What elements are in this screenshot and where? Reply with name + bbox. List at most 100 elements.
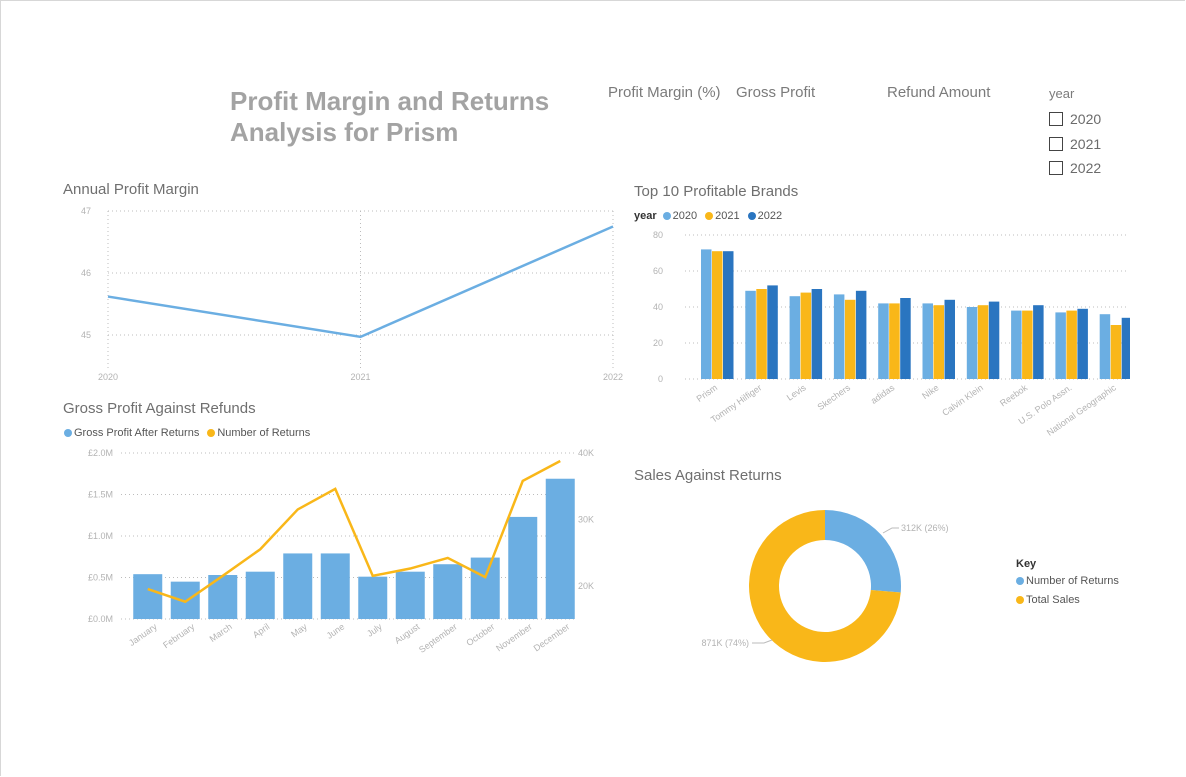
x-tick-label: July — [365, 621, 384, 639]
bar — [855, 290, 867, 379]
y-right-tick-label: 20K — [578, 581, 594, 591]
bar — [470, 557, 500, 619]
sales-returns-key: Key Number of Returns Total Sales — [1016, 558, 1119, 613]
x-tick-label: December — [532, 621, 572, 653]
x-tick-label: 2021 — [350, 372, 370, 382]
key-title: Key — [1016, 558, 1037, 570]
y-left-tick-label: £1.0M — [88, 531, 113, 541]
bar — [944, 299, 955, 379]
legend-item-2022[interactable]: 2022 — [747, 210, 782, 222]
bar — [745, 290, 756, 379]
bar — [833, 294, 845, 379]
key-item-returns[interactable]: Number of Returns — [1016, 575, 1119, 587]
bar — [889, 303, 900, 379]
leader-line — [752, 639, 773, 644]
y-tick-label: 20 — [653, 338, 663, 348]
legend-item-2021[interactable]: 2021 — [705, 210, 740, 222]
x-tick-label: October — [464, 621, 496, 648]
x-tick-label: January — [127, 621, 159, 648]
x-tick-label: 2022 — [603, 372, 623, 382]
legend-dot-icon — [64, 429, 72, 437]
x-tick-label: June — [325, 621, 347, 640]
y-tick-label: 0 — [658, 374, 663, 384]
x-tick-label: 2020 — [98, 372, 118, 382]
legend-dot-icon — [1016, 596, 1024, 604]
bar — [844, 299, 856, 379]
y-tick-label: 80 — [653, 230, 663, 240]
x-tick-label: September — [417, 621, 459, 654]
legend-dot-icon — [662, 212, 671, 220]
bar — [358, 576, 388, 619]
checkbox-icon[interactable] — [1049, 112, 1063, 127]
bar — [508, 516, 538, 619]
x-tick-label: Calvin Klein — [940, 382, 985, 417]
bar — [811, 289, 823, 379]
x-tick-label: Levis — [785, 382, 808, 403]
bar — [756, 289, 767, 379]
y-tick-label: 45 — [81, 330, 91, 340]
bar — [988, 301, 1000, 379]
x-tick-label: August — [393, 621, 422, 646]
y-tick-label: 47 — [81, 206, 91, 216]
y-right-tick-label: 30K — [578, 514, 594, 524]
y-right-tick-label: 40K — [578, 448, 594, 458]
x-tick-label: November — [494, 621, 534, 653]
slicer-header: year — [1049, 86, 1075, 101]
x-tick-label: Prism — [695, 382, 720, 403]
slicer-option-2021[interactable]: 2021 — [1049, 132, 1101, 157]
data-label: 871K (74%) — [701, 638, 749, 648]
bar — [977, 305, 989, 379]
sales-returns-chart: 312K (26%) 871K (74%) — [701, 510, 949, 662]
y-tick-label: 40 — [653, 302, 663, 312]
bar — [433, 564, 463, 619]
bar — [283, 553, 313, 619]
bar — [878, 303, 889, 379]
bar — [545, 478, 575, 619]
legend-dot-icon — [705, 212, 714, 220]
legend-dot-icon — [747, 212, 756, 220]
y-left-tick-label: £2.0M — [88, 448, 113, 458]
legend-item-2020[interactable]: 2020 — [662, 210, 697, 222]
x-tick-label: April — [251, 621, 271, 640]
y-tick-label: 60 — [653, 266, 663, 276]
bar — [723, 251, 734, 379]
kpi-refund-amount: Refund Amount — [887, 84, 991, 101]
bar — [1066, 310, 1077, 379]
bar — [1077, 308, 1088, 379]
x-tick-label: adidas — [869, 382, 897, 406]
year-slicer: year 2020 2021 2022 — [1049, 86, 1101, 181]
bar — [1110, 325, 1122, 379]
legend-item-gross-profit[interactable]: Gross Profit After Returns — [64, 427, 199, 439]
checkbox-icon[interactable] — [1049, 161, 1063, 176]
top-brands-chart: 806040200PrismTommy Hilfiger Levis Skecher… — [653, 230, 1130, 438]
key-item-sales[interactable]: Total Sales — [1016, 594, 1119, 606]
bar — [701, 249, 712, 379]
bar — [933, 305, 944, 379]
bar — [922, 303, 933, 379]
legend-item-returns[interactable]: Number of Returns — [207, 427, 310, 439]
y-left-tick-label: £0.0M — [88, 614, 113, 624]
annual-profit-margin-chart: 47 46 45 2020 2021 2022 — [81, 206, 623, 382]
bar — [395, 571, 425, 619]
bar — [1099, 314, 1111, 379]
x-tick-label: Reebok — [998, 382, 1030, 408]
top-brands-legend: year 2020 2021 2022 — [634, 210, 786, 222]
kpi-gross-profit: Gross Profit — [736, 84, 816, 101]
x-tick-label: Skechers — [816, 382, 853, 412]
gross-profit-refunds-title: Gross Profit Against Refunds — [63, 400, 256, 417]
slicer-option-2020[interactable]: 2020 — [1049, 107, 1101, 132]
bar — [1011, 310, 1022, 379]
gross-profit-refunds-chart: £2.0M £1.5M £1.0M £0.5M £0.0M 40K 30K 20K Januar… — [88, 448, 594, 655]
bar — [1033, 305, 1044, 379]
bar — [800, 292, 812, 379]
legend-title: year — [634, 210, 657, 222]
donut-slice — [825, 510, 901, 593]
gross-profit-legend: Gross Profit After Returns Number of Ret… — [64, 427, 314, 439]
checkbox-icon[interactable] — [1049, 136, 1063, 151]
bar — [1121, 317, 1130, 379]
bar — [712, 251, 723, 379]
data-label: 312K (26%) — [901, 523, 949, 533]
x-tick-label: Nike — [920, 382, 940, 401]
slicer-option-2022[interactable]: 2022 — [1049, 156, 1101, 181]
y-left-tick-label: £0.5M — [88, 573, 113, 583]
